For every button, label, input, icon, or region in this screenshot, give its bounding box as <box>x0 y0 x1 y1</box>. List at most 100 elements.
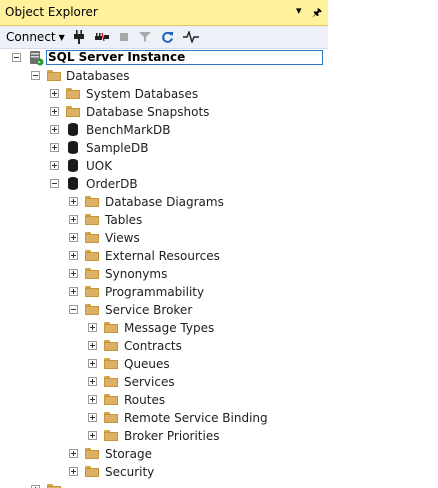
expand-toggle[interactable] <box>69 197 78 206</box>
tree-label: Message Types <box>124 321 215 335</box>
refresh-icon[interactable] <box>160 29 174 45</box>
tree-label: UOK <box>86 159 113 173</box>
database-icon <box>68 141 78 154</box>
connect-label: Connect <box>6 30 56 44</box>
tree-node-system-databases[interactable]: System Databases <box>0 85 328 103</box>
collapse-toggle[interactable] <box>12 53 21 62</box>
tree-node-views[interactable]: Views <box>0 229 328 247</box>
folder-icon <box>85 214 99 225</box>
tree-label: Queues <box>124 357 170 371</box>
tree-label: Security <box>105 465 155 479</box>
expand-toggle[interactable] <box>50 107 59 116</box>
server-icon <box>30 51 44 66</box>
tree-label: Programmability <box>105 285 205 299</box>
folder-icon <box>104 376 118 387</box>
tree-label: OrderDB <box>86 177 138 191</box>
expand-toggle[interactable] <box>88 341 97 350</box>
tree-node-uok[interactable]: UOK <box>0 157 328 175</box>
tree-node-databases[interactable]: Databases <box>0 67 328 85</box>
expand-toggle[interactable] <box>69 215 78 224</box>
expand-toggle[interactable] <box>50 89 59 98</box>
tree-node-tables[interactable]: Tables <box>0 211 328 229</box>
connect-plug-icon[interactable] <box>72 29 86 45</box>
tree-node-sampledb[interactable]: SampleDB <box>0 139 328 157</box>
tree-node-service-broker[interactable]: Service Broker <box>0 301 328 319</box>
connect-button[interactable]: Connect ▼ <box>6 29 65 45</box>
tree-label: Database Diagrams <box>105 195 224 209</box>
expand-toggle[interactable] <box>88 431 97 440</box>
expand-toggle[interactable] <box>69 269 78 278</box>
folder-icon <box>104 430 118 441</box>
title-bar: Object Explorer ▾ 🖈 <box>0 0 328 26</box>
collapse-toggle[interactable] <box>69 305 78 314</box>
folder-icon <box>104 394 118 405</box>
tree-label: Broker Priorities <box>124 429 220 443</box>
activity-monitor-icon[interactable] <box>182 29 200 45</box>
folder-icon <box>104 358 118 369</box>
expand-toggle[interactable] <box>50 161 59 170</box>
tree-node-contracts[interactable]: Contracts <box>0 337 328 355</box>
tree-label: Tables <box>105 213 143 227</box>
expand-toggle[interactable] <box>88 323 97 332</box>
tree-node-security[interactable]: Security <box>0 463 328 481</box>
tree-node-database-snapshots[interactable]: Database Snapshots <box>0 103 328 121</box>
tree-label: Views <box>105 231 140 245</box>
tree-node-server[interactable]: SQL Server Instance <box>0 49 328 67</box>
collapse-toggle[interactable] <box>50 179 59 188</box>
folder-icon <box>104 412 118 423</box>
filter-icon[interactable] <box>138 29 152 45</box>
folder-icon <box>104 340 118 351</box>
object-explorer-tree: SQL Server Instance Databases System Dat… <box>0 49 328 488</box>
folder-icon <box>85 286 99 297</box>
tree-label: Databases <box>66 69 130 83</box>
folder-icon <box>85 196 99 207</box>
tree-node-orderdb[interactable]: OrderDB <box>0 175 328 193</box>
tree-node-external-resources[interactable]: External Resources <box>0 247 328 265</box>
tree-label: Services <box>124 375 175 389</box>
expand-toggle[interactable] <box>50 125 59 134</box>
tree-node-benchmarkdb[interactable]: BenchMarkDB <box>0 121 328 139</box>
tree-node-message-types[interactable]: Message Types <box>0 319 328 337</box>
expand-toggle[interactable] <box>88 377 97 386</box>
tree-label: Contracts <box>124 339 182 353</box>
dropdown-arrow-icon[interactable]: ▾ <box>296 4 302 17</box>
folder-icon <box>85 268 99 279</box>
database-icon <box>68 159 78 172</box>
folder-icon <box>85 232 99 243</box>
expand-toggle[interactable] <box>88 395 97 404</box>
tree-node-programmability[interactable]: Programmability <box>0 283 328 301</box>
tree-label: Remote Service Binding <box>124 411 268 425</box>
expand-toggle[interactable] <box>88 413 97 422</box>
tree-label: System Databases <box>86 87 199 101</box>
expand-toggle[interactable] <box>50 143 59 152</box>
tree-label: Database Snapshots <box>86 105 210 119</box>
tree-label: Storage <box>105 447 152 461</box>
server-label: SQL Server Instance <box>46 50 323 65</box>
database-icon <box>68 123 78 136</box>
tree-node-remote-service-binding[interactable]: Remote Service Binding <box>0 409 328 427</box>
tree-node-partial <box>0 481 328 488</box>
tree-label: External Resources <box>105 249 220 263</box>
collapse-toggle[interactable] <box>31 71 40 80</box>
expand-toggle[interactable] <box>69 251 78 260</box>
expand-toggle[interactable] <box>69 287 78 296</box>
tree-node-synonyms[interactable]: Synonyms <box>0 265 328 283</box>
tree-node-services[interactable]: Services <box>0 373 328 391</box>
tree-node-routes[interactable]: Routes <box>0 391 328 409</box>
expand-toggle[interactable] <box>69 449 78 458</box>
chevron-down-icon: ▼ <box>58 32 65 42</box>
expand-toggle[interactable] <box>88 359 97 368</box>
tree-node-queues[interactable]: Queues <box>0 355 328 373</box>
folder-icon <box>104 322 118 333</box>
folder-icon <box>85 304 99 315</box>
tree-node-broker-priorities[interactable]: Broker Priorities <box>0 427 328 445</box>
expand-toggle[interactable] <box>69 233 78 242</box>
tree-label: BenchMarkDB <box>86 123 171 137</box>
folder-icon <box>85 448 99 459</box>
tree-label: Synonyms <box>105 267 168 281</box>
pin-icon[interactable]: 🖈 <box>312 4 322 23</box>
tree-node-database-diagrams[interactable]: Database Diagrams <box>0 193 328 211</box>
expand-toggle[interactable] <box>69 467 78 476</box>
tree-node-storage[interactable]: Storage <box>0 445 328 463</box>
disconnect-icon[interactable] <box>94 29 110 45</box>
